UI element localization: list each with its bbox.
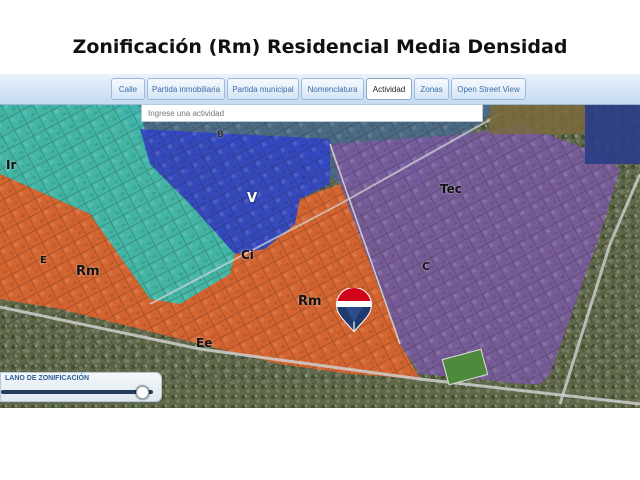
opacity-slider-track[interactable] (1, 390, 153, 394)
zone-label-v: V (247, 191, 258, 206)
zone-label-ci: Ci (241, 248, 254, 262)
zone-label-c: C (422, 260, 431, 273)
zoning-map[interactable] (0, 74, 640, 408)
tab-partida-municipal[interactable]: Partida municipal (227, 78, 299, 100)
zone-label-tec: Tec (440, 182, 462, 196)
map-viewer[interactable]: Ir B V Tec E Rm Ci Rm C Ee Calle Partida… (0, 74, 640, 408)
zone-label-rm-center: Rm (298, 294, 322, 309)
tab-calle[interactable]: Calle (111, 78, 145, 100)
opacity-slider-handle[interactable] (136, 386, 149, 399)
zone-label-ir: Ir (6, 158, 17, 172)
zone-label-b: B (217, 130, 224, 140)
activity-search-input[interactable] (141, 104, 483, 122)
tab-zonas[interactable]: Zonas (414, 78, 449, 100)
page-title: Zonificación (Rm) Residencial Media Dens… (72, 36, 568, 58)
zoning-legend-panel: LANO DE ZONIFICACIÓN (0, 372, 162, 402)
zone-label-ee: Ee (196, 336, 213, 350)
tab-nomenclatura[interactable]: Nomenclatura (301, 78, 364, 100)
building-top-right (585, 104, 640, 164)
zone-label-e: E (40, 255, 47, 266)
location-pin-flag-icon[interactable] (335, 288, 373, 332)
search-tabbar: Calle Partida inmobiliaria Partida munic… (0, 74, 640, 105)
zone-label-rm-west: Rm (76, 264, 100, 279)
tab-open-street-view[interactable]: Open Street View (451, 78, 526, 100)
tab-partida-inmobiliaria[interactable]: Partida inmobiliaria (147, 78, 225, 100)
tab-actividad[interactable]: Actividad (366, 78, 412, 100)
legend-title: LANO DE ZONIFICACIÓN (5, 375, 89, 382)
